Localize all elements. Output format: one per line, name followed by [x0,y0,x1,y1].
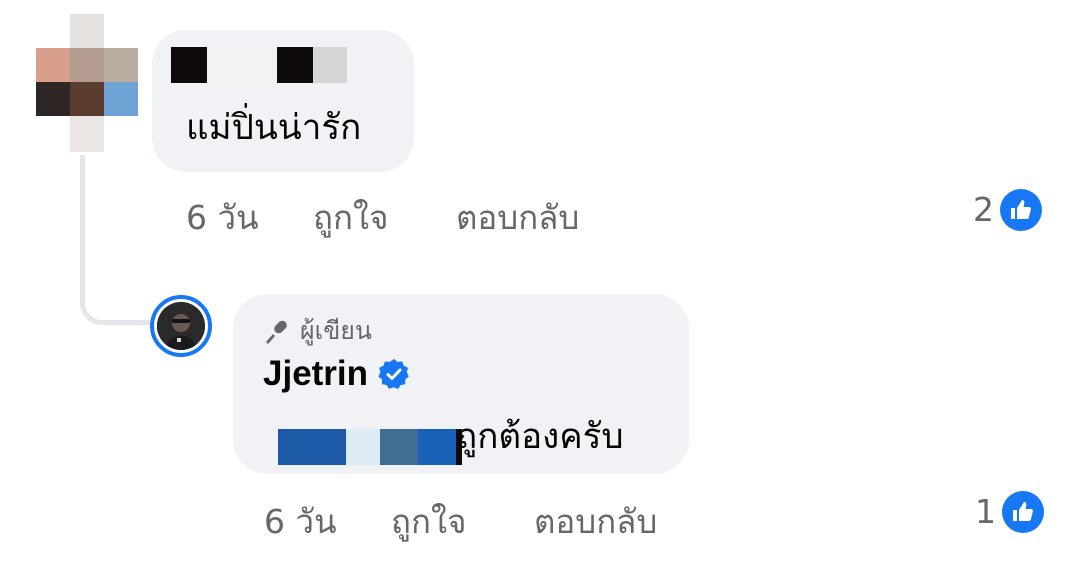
reply-timestamp[interactable]: 6 วัน [264,502,337,542]
comment-text: แม่ปิ่นน่ารัก [186,108,362,148]
comment-timestamp[interactable]: 6 วัน [186,198,259,238]
comment-reaction-count: 2 [973,190,994,229]
reply-author-avatar[interactable] [150,295,212,357]
author-badge-label: ผู้เขียน [300,316,373,345]
reply-actions: 6 วัน ถูกใจ ตอบกลับ [264,502,724,542]
reply-like-button[interactable]: ถูกใจ [391,502,466,542]
verified-badge-icon [378,358,410,390]
like-icon [1000,189,1042,231]
like-icon [1002,491,1044,533]
comment-reactions[interactable]: 2 [973,188,1042,232]
avatar-photo [157,302,205,350]
comment-actions: 6 วัน ถูกใจ ตอบกลับ [186,198,646,238]
comment-reply-button[interactable]: ตอบกลับ [456,198,579,238]
author-badge: ผู้เขียน [262,314,372,348]
reply-reactions[interactable]: 1 [975,490,1044,534]
comment-like-button[interactable]: ถูกใจ [313,198,388,238]
reply-author: Jjetrin [263,352,410,396]
reply-text: ถูกต้องครับ [456,417,624,457]
commenter-avatar-censored[interactable] [32,14,152,154]
mentioned-name-redacted [278,429,462,465]
commenter-name-redacted [171,47,351,83]
comment-thread: แม่ปิ่นน่ารัก 6 วัน ถูกใจ ตอบกลับ 2 ผู้เ… [0,0,1080,568]
thread-connector-line [80,155,150,325]
microphone-icon [262,317,290,345]
reply-reaction-count: 1 [975,492,996,531]
reply-reply-button[interactable]: ตอบกลับ [534,502,657,542]
reply-author-name[interactable]: Jjetrin [263,353,368,395]
